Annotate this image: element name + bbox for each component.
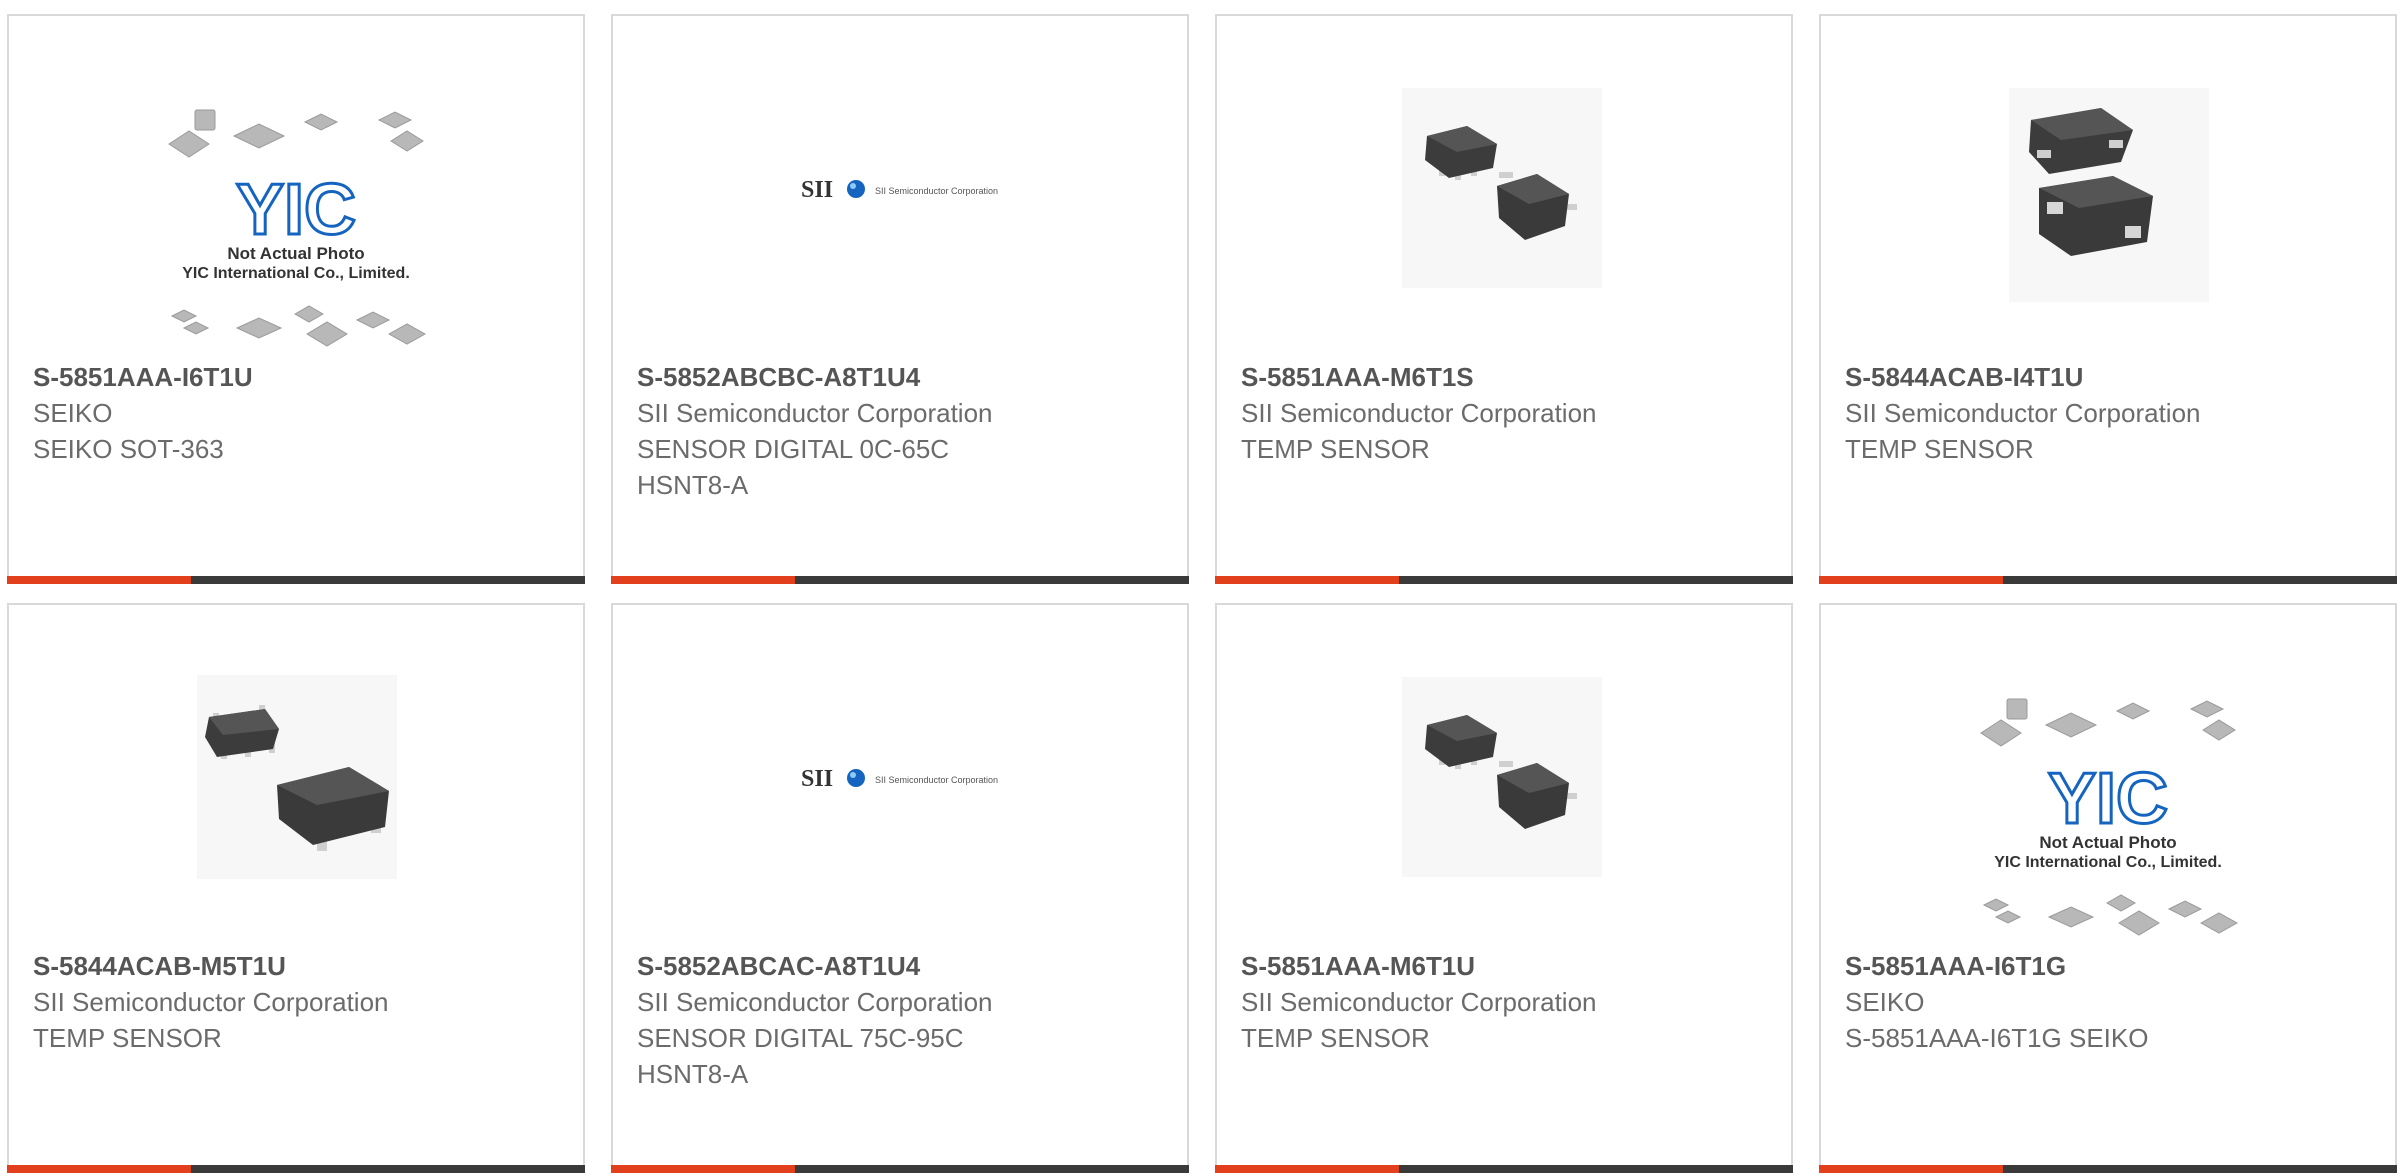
sii-logo-mark: SII — [801, 766, 833, 792]
manufacturer-label: SEIKO — [33, 398, 113, 428]
card-footer-bar — [1819, 576, 2397, 584]
placeholder-line2: YIC International Co., Limited. — [182, 265, 410, 282]
product-image-chip-sot23-photo[interactable] — [9, 605, 583, 940]
manufacturer-label: SII Semiconductor Corporation — [1241, 398, 1597, 428]
card-footer-accent — [1215, 576, 1399, 584]
product-grid: YIC Not Actual Photo YIC International C… — [0, 0, 2400, 1173]
manufacturer-label: SII Semiconductor Corporation — [637, 398, 993, 428]
product-card[interactable]: S-5851AAA-M6T1U SII Semiconductor Corpor… — [1215, 603, 1793, 1173]
part-number-link[interactable]: S-5851AAA-M6T1S — [1241, 359, 1781, 395]
card-footer-bar — [1215, 1165, 1793, 1173]
placeholder-line1: Not Actual Photo — [2039, 833, 2176, 852]
product-image-yic-placeholder[interactable]: YIC Not Actual Photo YIC International C… — [9, 16, 583, 351]
part-number-link[interactable]: S-5844ACAB-M5T1U — [33, 948, 573, 984]
card-footer-bar — [1819, 1165, 2397, 1173]
manufacturer-label: SII Semiconductor Corporation — [33, 987, 389, 1017]
svg-text:YIC: YIC — [236, 170, 356, 250]
product-image-chip-sot363-photo[interactable] — [1217, 605, 1791, 940]
description-label: TEMP SENSOR — [1241, 1023, 1430, 1053]
card-footer-bar — [7, 1165, 585, 1173]
description-label: TEMP SENSOR — [1241, 434, 1430, 464]
card-footer-accent — [611, 576, 795, 584]
description-label: SENSOR DIGITAL 0C-65C HSNT8-A — [637, 434, 950, 500]
manufacturer-label: SII Semiconductor Corporation — [1845, 398, 2201, 428]
product-image-sii-logo[interactable]: SII SII Semiconductor Corporation — [613, 16, 1187, 351]
placeholder-line1: Not Actual Photo — [227, 244, 364, 263]
card-footer-accent — [7, 576, 191, 584]
card-footer-bar — [611, 1165, 1189, 1173]
description-label: SENSOR DIGITAL 75C-95C HSNT8-A — [637, 1023, 964, 1089]
sii-logo-company: SII Semiconductor Corporation — [875, 186, 998, 196]
part-number-link[interactable]: S-5852ABCAC-A8T1U4 — [637, 948, 1177, 984]
manufacturer-label: SII Semiconductor Corporation — [1241, 987, 1597, 1017]
part-number-link[interactable]: S-5852ABCBC-A8T1U4 — [637, 359, 1177, 395]
product-card[interactable]: SII SII Semiconductor Corporation S-5852… — [611, 14, 1189, 584]
card-footer-accent — [1819, 576, 2003, 584]
sii-logo-company: SII Semiconductor Corporation — [875, 775, 998, 785]
card-footer-bar — [611, 576, 1189, 584]
card-footer-bar — [1215, 576, 1793, 584]
product-image-yic-placeholder[interactable]: YIC Not Actual Photo YIC International C… — [1821, 605, 2395, 940]
placeholder-line2: YIC International Co., Limited. — [1994, 854, 2222, 871]
card-footer-accent — [611, 1165, 795, 1173]
manufacturer-label: SII Semiconductor Corporation — [637, 987, 993, 1017]
product-card[interactable]: SII SII Semiconductor Corporation S-5852… — [611, 603, 1189, 1173]
part-number-link[interactable]: S-5851AAA-I6T1U — [33, 359, 573, 395]
product-image-chip-dfn-photo[interactable] — [1821, 16, 2395, 351]
product-image-sii-logo[interactable]: SII SII Semiconductor Corporation — [613, 605, 1187, 940]
manufacturer-label: SEIKO — [1845, 987, 1925, 1017]
description-label: SEIKO SOT-363 — [33, 434, 224, 464]
part-number-link[interactable]: S-5851AAA-I6T1G — [1845, 948, 2385, 984]
product-card[interactable]: S-5844ACAB-I4T1U SII Semiconductor Corpo… — [1819, 14, 2397, 584]
description-label: TEMP SENSOR — [33, 1023, 222, 1053]
sii-logo-mark: SII — [801, 177, 833, 203]
card-footer-accent — [1215, 1165, 1399, 1173]
product-card[interactable]: S-5844ACAB-M5T1U SII Semiconductor Corpo… — [7, 603, 585, 1173]
description-label: TEMP SENSOR — [1845, 434, 2034, 464]
product-card[interactable]: YIC Not Actual Photo YIC International C… — [7, 14, 585, 584]
card-footer-bar — [7, 576, 585, 584]
product-card[interactable]: YIC Not Actual Photo YIC International C… — [1819, 603, 2397, 1173]
product-card[interactable]: S-5851AAA-M6T1S SII Semiconductor Corpor… — [1215, 14, 1793, 584]
part-number-link[interactable]: S-5844ACAB-I4T1U — [1845, 359, 2385, 395]
description-label: S-5851AAA-I6T1G SEIKO — [1845, 1023, 2149, 1053]
product-image-chip-sot363-photo[interactable] — [1217, 16, 1791, 351]
card-footer-accent — [7, 1165, 191, 1173]
card-footer-accent — [1819, 1165, 2003, 1173]
svg-text:YIC: YIC — [2048, 759, 2168, 839]
part-number-link[interactable]: S-5851AAA-M6T1U — [1241, 948, 1781, 984]
